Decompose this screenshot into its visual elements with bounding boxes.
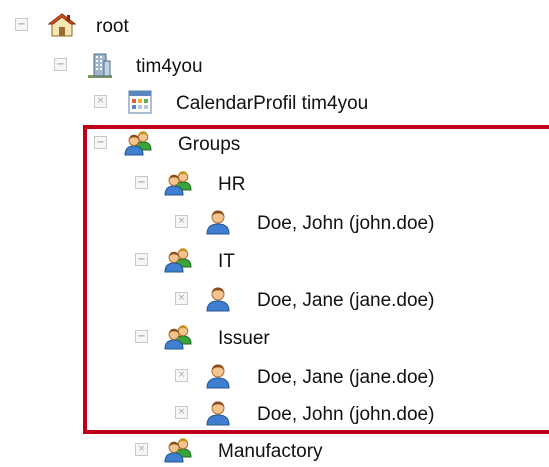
group-icon (164, 437, 192, 463)
calendar-icon (126, 89, 154, 115)
highlight-box (83, 125, 549, 434)
tree-node-calendar-profile[interactable]: × CalendarProfil tim4you (0, 89, 549, 119)
tree-node-label: CalendarProfil tim4you (176, 93, 369, 114)
tree-node-manufactory[interactable]: × Manufactory (0, 437, 549, 467)
leaf-toggle: × (94, 95, 107, 108)
leaf-toggle: × (135, 443, 148, 456)
tree-node-root[interactable]: − root (0, 12, 549, 42)
home-icon (48, 12, 76, 38)
collapse-toggle[interactable]: − (54, 58, 67, 71)
collapse-toggle[interactable]: − (15, 18, 28, 31)
tree-node-tim4you[interactable]: − tim4you (0, 52, 549, 82)
tree-node-label: root (96, 16, 129, 37)
tree-node-label: tim4you (136, 56, 203, 77)
tree-node-label: Manufactory (218, 441, 323, 462)
building-icon (86, 52, 114, 78)
